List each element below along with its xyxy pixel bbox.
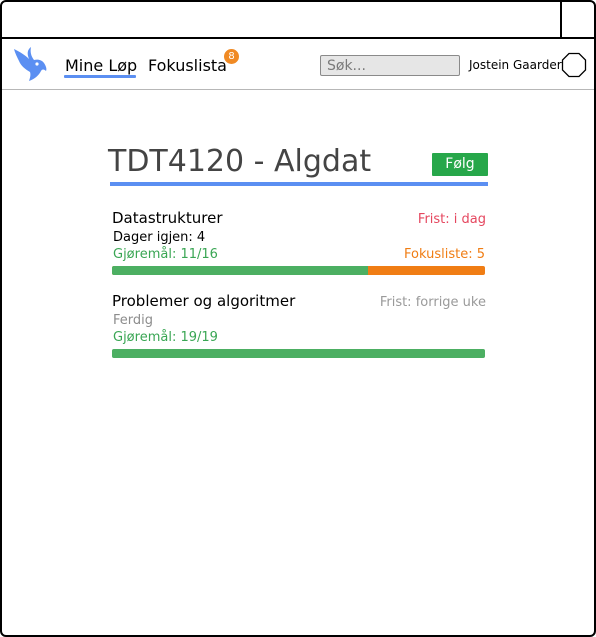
- run-name[interactable]: Datastrukturer: [112, 209, 223, 227]
- run-card-datastrukturer[interactable]: Datastrukturer Frist: i dag Dager igjen:…: [112, 209, 486, 279]
- progress-bar: [112, 349, 485, 358]
- tasks-count: Gjøremål: 19/19: [113, 330, 218, 345]
- app-window: Mine Løp Fokuslista 8 Jostein Gaarder TD…: [0, 0, 596, 637]
- progress-bar-fill: [112, 266, 369, 275]
- nav-fokuslista[interactable]: Fokuslista: [148, 56, 227, 76]
- hexagon-avatar-icon[interactable]: [561, 52, 587, 78]
- run-deadline: Frist: forrige uke: [379, 295, 486, 310]
- window-control-button[interactable]: [560, 2, 594, 37]
- fokuslista-count-badge: 8: [224, 49, 239, 64]
- progress-bar-fill: [112, 349, 485, 358]
- top-navbar: Mine Løp Fokuslista 8 Jostein Gaarder: [2, 39, 594, 90]
- gazelle-logo-icon[interactable]: [11, 45, 49, 83]
- run-deadline: Frist: i dag: [417, 212, 486, 227]
- run-status-text: Ferdig: [113, 313, 153, 328]
- run-card-problemer-og-algoritmer[interactable]: Problemer og algoritmer Frist: forrige u…: [112, 292, 486, 362]
- title-divider: [110, 182, 488, 186]
- search-input[interactable]: [320, 55, 460, 76]
- progress-bar: [112, 266, 485, 275]
- course-title: TDT4120 - Algdat: [108, 144, 372, 179]
- run-name[interactable]: Problemer og algoritmer: [112, 292, 295, 310]
- focus-list-count: Fokusliste: 5: [404, 247, 485, 262]
- follow-button[interactable]: Følg: [432, 153, 488, 176]
- window-titlebar: [2, 2, 594, 39]
- days-left-text: Dager igjen: 4: [113, 230, 206, 245]
- nav-mine-lop[interactable]: Mine Løp: [65, 56, 137, 76]
- tasks-count: Gjøremål: 11/16: [113, 247, 218, 262]
- user-name[interactable]: Jostein Gaarder: [469, 58, 562, 73]
- active-tab-indicator: [64, 75, 136, 78]
